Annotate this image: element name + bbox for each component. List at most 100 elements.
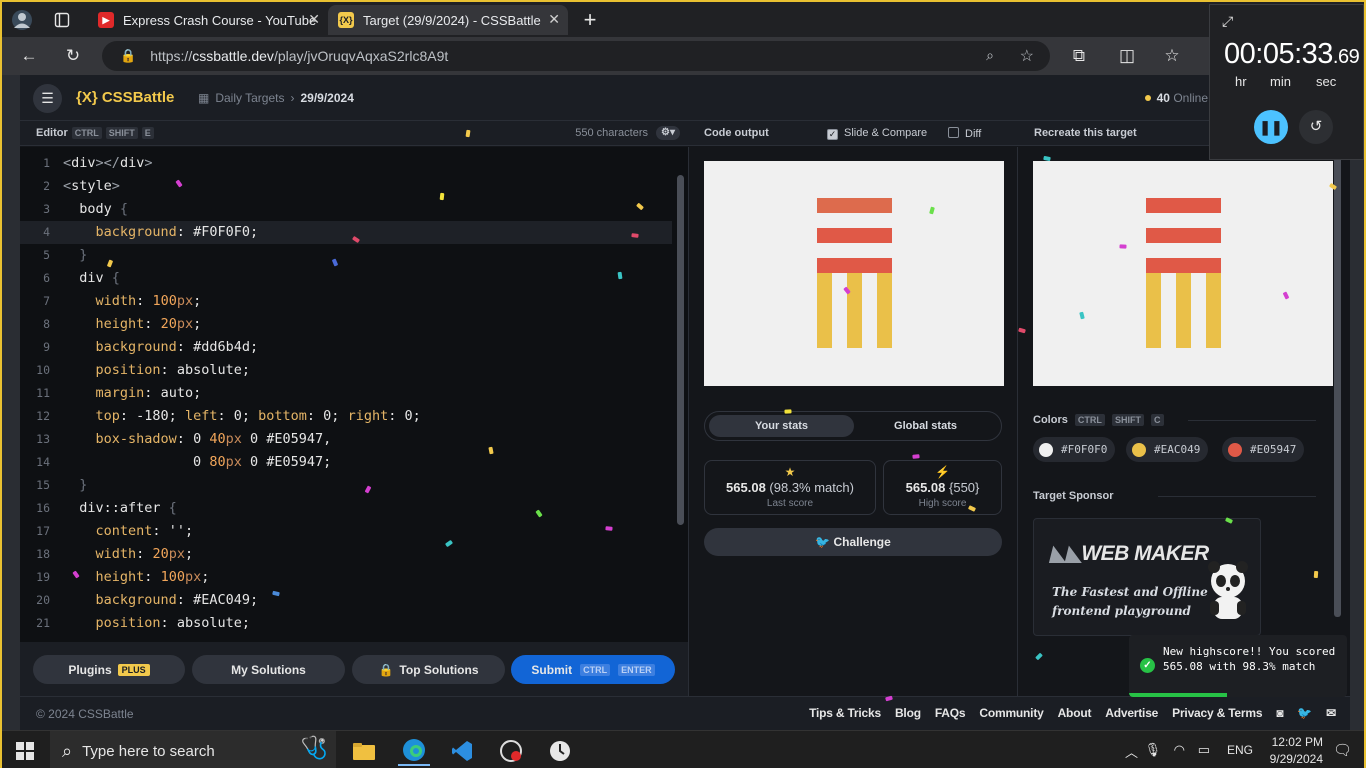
code-line[interactable]: 6 div {	[20, 267, 672, 290]
mail-icon[interactable]: ✉	[1326, 706, 1336, 720]
twitter-icon[interactable]: 🐦	[1297, 706, 1312, 720]
code-line[interactable]: 4 background: #F0F0F0;	[20, 221, 672, 244]
tab-youtube[interactable]: ▶ Express Crash Course - YouTube ✕	[88, 5, 328, 35]
footer-link-faqs[interactable]: FAQs	[935, 706, 966, 720]
code-editor[interactable]: 1 <div></div> 2 <style> 3 body {4 background…	[20, 147, 688, 642]
clock[interactable]: 12:02 PM 9/29/2024	[1270, 734, 1323, 768]
back-icon[interactable]: ←	[16, 44, 42, 68]
favorites-icon[interactable]: ☆	[1159, 44, 1185, 68]
diff-toggle[interactable]: Diff	[948, 127, 981, 140]
expand-icon[interactable]: ⤢	[1222, 13, 1233, 30]
breadcrumb-daily-targets[interactable]: Daily Targets	[215, 91, 284, 105]
top-solutions-button[interactable]: 🔒 Top Solutions	[352, 655, 505, 684]
close-tab-icon[interactable]: ✕	[308, 11, 320, 28]
color-swatch[interactable]: #E05947	[1222, 437, 1305, 462]
tab-your-stats[interactable]: Your stats	[709, 415, 854, 437]
taskbar-search[interactable]: ⌕ Type here to search 🩺	[50, 731, 336, 768]
profile-avatar-icon[interactable]	[10, 8, 34, 32]
code-line[interactable]: 15 }	[20, 474, 672, 497]
menu-icon[interactable]: ☰	[33, 84, 62, 113]
code-line[interactable]: 1 <div></div>	[20, 152, 672, 175]
discord-icon[interactable]: ◙	[1276, 706, 1283, 720]
sponsor-banner[interactable]: ◣◣WEB MAKER The Fastest and Offline fron…	[1033, 518, 1261, 636]
windows-start-icon[interactable]	[16, 742, 34, 760]
scrollbar-thumb[interactable]	[677, 175, 684, 525]
code-line[interactable]: 20 background: #EAC049;	[20, 589, 672, 612]
shortcut-key: CTRL	[71, 127, 102, 139]
wifi-icon[interactable]: ◠	[1174, 742, 1185, 758]
code-text: <div></div>	[63, 155, 153, 171]
code-line[interactable]: 16 div::after {	[20, 497, 672, 520]
chevron-up-icon[interactable]: ︿	[1125, 742, 1138, 761]
windows-taskbar: ⌕ Type here to search 🩺 ︿ 🎙 ◠ ▭ ENG 12:0…	[2, 730, 1364, 768]
browser-tab-strip: ▶ Express Crash Course - YouTube ✕ {X} T…	[2, 2, 1364, 37]
sponsor-logo: ◣◣WEB MAKER	[1050, 542, 1209, 565]
target-stripe	[1146, 258, 1221, 273]
edge-browser-icon[interactable]	[398, 736, 430, 766]
code-line[interactable]: 12 top: -180; left: 0; bottom: 0; right:…	[20, 405, 672, 428]
address-bar[interactable]: 🔒 https://cssbattle.dev/play/jvOruqvAqxa…	[102, 41, 1050, 71]
footer-link-blog[interactable]: Blog	[895, 706, 921, 720]
code-output-canvas[interactable]	[704, 161, 1004, 386]
new-tab-icon[interactable]: +	[578, 7, 602, 32]
footer-link-community[interactable]: Community	[979, 706, 1043, 720]
code-line[interactable]: 18 width: 20px;	[20, 543, 672, 566]
vscode-icon[interactable]	[446, 736, 478, 766]
browser-toolbar: ← ↻ 🔒 https://cssbattle.dev/play/jvOruqv…	[2, 37, 1364, 75]
tab-global-stats[interactable]: Global stats	[853, 415, 998, 437]
footer-link-tips[interactable]: Tips & Tricks	[809, 706, 881, 720]
clock-app-icon[interactable]	[544, 736, 576, 766]
split-screen-icon[interactable]: ◫	[1114, 44, 1140, 68]
color-swatch[interactable]: #F0F0F0	[1033, 437, 1116, 462]
code-line[interactable]: 10 position: absolute;	[20, 359, 672, 382]
last-score-label: Last score	[766, 498, 814, 509]
code-text: box-shadow: 0 40px 0 #E05947,	[95, 431, 332, 447]
code-line[interactable]: 2 <style>	[20, 175, 672, 198]
checkbox-checked-icon[interactable]: ✓	[827, 129, 838, 140]
microphone-icon[interactable]: 🎙	[1144, 742, 1161, 758]
tab-actions-icon[interactable]	[50, 8, 74, 32]
file-explorer-icon[interactable]	[348, 736, 380, 766]
code-line[interactable]: 8 height: 20px;	[20, 313, 672, 336]
plugins-button[interactable]: Plugins PLUS	[33, 655, 185, 684]
challenge-button[interactable]: 🐦 Challenge	[704, 528, 1002, 556]
zoom-icon[interactable]: ⌕	[986, 47, 994, 64]
footer-link-advertise[interactable]: Advertise	[1105, 706, 1158, 720]
code-text: }	[79, 247, 88, 263]
target-scrollbar[interactable]	[1334, 147, 1341, 617]
code-line[interactable]: 21 position: absolute;	[20, 612, 672, 635]
footer-link-privacy[interactable]: Privacy & Terms	[1172, 706, 1262, 720]
slide-compare-toggle[interactable]: ✓ Slide & Compare	[827, 127, 927, 140]
my-solutions-button[interactable]: My Solutions	[192, 655, 345, 684]
code-line[interactable]: 13 box-shadow: 0 40px 0 #E05947,	[20, 428, 672, 451]
code-line[interactable]: 7 width: 100px;	[20, 290, 672, 313]
close-tab-icon[interactable]: ✕	[548, 11, 560, 28]
reset-icon[interactable]: ↺	[1299, 110, 1333, 144]
code-line[interactable]: 9 background: #dd6b4d;	[20, 336, 672, 359]
footer-link-about[interactable]: About	[1058, 706, 1092, 720]
editor-scrollbar[interactable]	[674, 147, 688, 642]
notification-icon[interactable]: 🗨	[1333, 741, 1352, 759]
pause-icon[interactable]: ❚❚	[1254, 110, 1288, 144]
code-line[interactable]: 17 content: '';	[20, 520, 672, 543]
code-line[interactable]: 5 }	[20, 244, 672, 267]
submit-button[interactable]: Submit CTRL ENTER	[511, 655, 675, 684]
target-canvas[interactable]	[1033, 161, 1333, 386]
checkbox-icon[interactable]	[948, 127, 959, 138]
code-line[interactable]: 14 0 80px 0 #E05947;	[20, 451, 672, 474]
code-line[interactable]: 19 height: 100px;	[20, 566, 672, 589]
gear-icon[interactable]: ⚙▾	[656, 126, 680, 140]
favorite-star-icon[interactable]: ☆	[1020, 46, 1034, 66]
obs-recorder-icon[interactable]	[495, 736, 527, 766]
code-line[interactable]: 3 body {	[20, 198, 672, 221]
extensions-icon[interactable]: ⧉	[1066, 44, 1092, 68]
lock-icon: 🔒	[378, 662, 394, 677]
color-swatch[interactable]: #EAC049	[1126, 437, 1209, 462]
code-line[interactable]: 11 margin: auto;	[20, 382, 672, 405]
sponsor-tagline: The Fastest and Offline frontend playgro…	[1052, 585, 1208, 618]
language-indicator[interactable]: ENG	[1227, 743, 1253, 757]
cssbattle-logo[interactable]: {X} CSSBattle	[76, 89, 174, 106]
reload-icon[interactable]: ↻	[60, 44, 86, 68]
tab-cssbattle[interactable]: {X} Target (29/9/2024) - CSSBattle ✕	[328, 5, 568, 35]
battery-icon[interactable]: ▭	[1198, 742, 1210, 758]
